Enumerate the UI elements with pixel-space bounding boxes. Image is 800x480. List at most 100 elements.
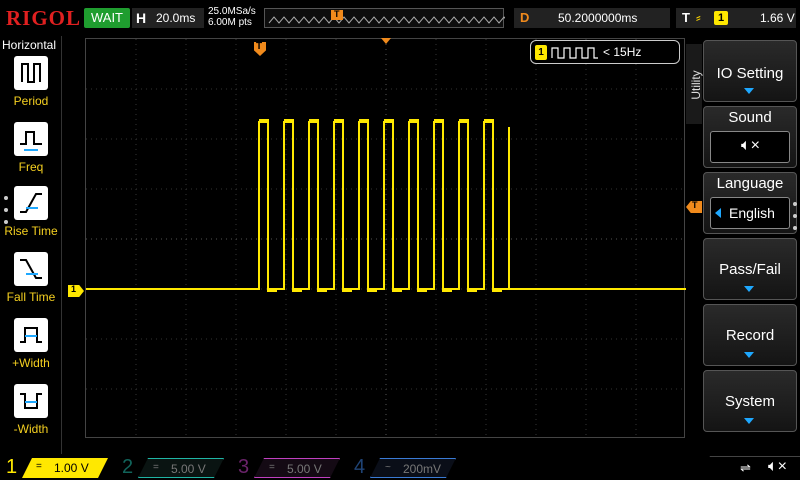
- measure-fall-time-label: Fall Time: [6, 290, 56, 304]
- pulse-edge-mark: [267, 288, 277, 292]
- pulse-edge-mark: [259, 119, 269, 123]
- period-measure-icon: [14, 56, 48, 90]
- channel-3-tag: = 5.00 V: [254, 458, 340, 478]
- measure-fall-time[interactable]: Fall Time: [2, 252, 60, 314]
- channel-4-scale: 200mV: [403, 462, 442, 476]
- ch1-offset-marker[interactable]: 1: [68, 285, 84, 297]
- run-status-badge[interactable]: WAIT: [84, 8, 130, 28]
- softkey-system[interactable]: System: [703, 370, 797, 432]
- pulse-edge-mark: [292, 288, 302, 292]
- utility-menu-tab[interactable]: Utility: [686, 44, 703, 124]
- sample-rate: 25.0MSa/s: [208, 6, 256, 17]
- grid-and-trace: [86, 39, 686, 439]
- measure-positive-width[interactable]: +Width: [2, 318, 60, 380]
- chevron-left-icon: [715, 208, 721, 218]
- pulse-edge-mark: [309, 119, 319, 123]
- pulse-edge-mark: [492, 288, 502, 292]
- delay-readout[interactable]: D 50.2000000ms: [514, 8, 670, 28]
- pulse-edge-mark: [284, 119, 294, 123]
- channel-2-status[interactable]: 2 = 5.00 V: [116, 456, 226, 478]
- trigger-level: 1.66 V: [760, 11, 795, 25]
- channel-4-coupling: ~: [385, 462, 391, 473]
- delay-value: 50.2000000ms: [558, 11, 638, 25]
- positive-width-icon: [14, 318, 48, 352]
- brand-logo: RIGOL: [6, 6, 82, 30]
- measure-positive-width-label: +Width: [12, 356, 50, 370]
- timebase-value: 20.0ms: [156, 11, 196, 25]
- channel-status-bar: 1 = 1.00 V 2 = 5.00 V 3 = 5.00 V 4 ~ 200…: [0, 454, 800, 480]
- channel-3-status[interactable]: 3 = 5.00 V: [232, 456, 342, 478]
- counter-channel: 1: [535, 45, 547, 60]
- softkey-io-setting[interactable]: IO Setting: [703, 40, 797, 102]
- softkey-pass-fail[interactable]: Pass/Fail: [703, 238, 797, 300]
- speaker-mute-icon: 🔈︎×: [741, 137, 760, 154]
- horizontal-label: H: [136, 10, 147, 26]
- channel-3-number: 3: [238, 456, 250, 478]
- channel-3-coupling: =: [269, 462, 275, 473]
- measure-period-label: Period: [13, 94, 49, 108]
- center-marker: [381, 38, 391, 44]
- pulse-edge-mark: [409, 119, 419, 123]
- pulse-edge-mark: [442, 288, 452, 292]
- channel-4-status[interactable]: 4 ~ 200mV: [348, 456, 458, 478]
- right-menu-page-dots: [793, 202, 797, 238]
- channel-1-scale: 1.00 V: [54, 461, 89, 475]
- delay-label: D: [520, 10, 530, 25]
- trigger-level-marker[interactable]: T: [686, 201, 702, 213]
- softkey-record[interactable]: Record: [703, 304, 797, 366]
- language-value: English: [729, 205, 775, 221]
- softkey-language[interactable]: Language English: [703, 172, 797, 234]
- language-value-box: English: [710, 197, 790, 229]
- measure-period[interactable]: Period: [2, 56, 60, 118]
- pulse-edge-mark: [384, 119, 394, 123]
- utility-tab-label: Utility: [689, 70, 703, 100]
- pulse-marks: [259, 119, 502, 292]
- waveform-display[interactable]: [85, 38, 686, 439]
- channel-4-number: 4: [354, 456, 366, 478]
- frequency-counter[interactable]: 1 < 15Hz: [530, 40, 680, 64]
- sound-label: Sound: [728, 109, 772, 126]
- ch1-trace: [86, 121, 686, 290]
- measure-rise-time-label: Rise Time: [4, 224, 58, 238]
- dropdown-arrow-icon: [744, 352, 754, 358]
- top-status-bar: RIGOL WAIT H 20.0ms 25.0MSa/s 6.00M pts …: [0, 0, 800, 36]
- memory-position-bar[interactable]: T: [264, 8, 515, 28]
- trigger-source: 1: [714, 11, 728, 25]
- io-setting-label: IO Setting: [716, 65, 784, 82]
- measure-freq-label: Freq: [18, 160, 44, 174]
- measure-rise-time[interactable]: Rise Time: [2, 186, 60, 248]
- pulse-edge-mark: [342, 288, 352, 292]
- memory-depth: 6.00M pts: [208, 17, 252, 28]
- channel-3-scale: 5.00 V: [287, 462, 322, 476]
- measure-menu-title: Horizontal: [2, 38, 57, 52]
- language-label: Language: [716, 175, 784, 192]
- memory-waveform-icon: [268, 10, 515, 24]
- counter-value: < 15Hz: [603, 45, 642, 59]
- graticule: [86, 39, 686, 439]
- softkey-sound[interactable]: Sound 🔈︎×: [703, 106, 797, 168]
- measure-negative-width[interactable]: -Width: [2, 384, 60, 446]
- pulse-edge-mark: [367, 288, 377, 292]
- usb-icon: ⇌: [740, 460, 751, 475]
- measure-freq[interactable]: Freq: [2, 122, 60, 184]
- ch1-offset-label: 1: [71, 284, 77, 294]
- rise-time-icon: [14, 186, 48, 220]
- sound-value-box: 🔈︎×: [710, 131, 790, 163]
- record-label: Record: [725, 327, 775, 344]
- measure-negative-width-label: -Width: [13, 422, 49, 436]
- fall-time-icon: [14, 252, 48, 286]
- channel-2-coupling: =: [153, 462, 159, 473]
- channel-2-scale: 5.00 V: [171, 462, 206, 476]
- channel-1-coupling: =: [36, 461, 42, 472]
- negative-width-icon: [14, 384, 48, 418]
- pulse-edge-mark: [417, 288, 427, 292]
- pulse-edge-mark: [334, 119, 344, 123]
- trigger-position-label: T: [256, 41, 263, 52]
- channel-1-status[interactable]: 1 = 1.00 V: [0, 456, 110, 478]
- horizontal-timebase[interactable]: H 20.0ms: [132, 8, 204, 28]
- pulse-edge-mark: [359, 119, 369, 123]
- speaker-mute-icon: 🔈︎×: [768, 458, 787, 475]
- utility-softkey-menu: IO Setting Sound 🔈︎× Language English Pa…: [703, 40, 800, 440]
- trigger-readout[interactable]: T ⸗ 1 1.66 V: [676, 8, 796, 28]
- channel-2-number: 2: [122, 456, 134, 478]
